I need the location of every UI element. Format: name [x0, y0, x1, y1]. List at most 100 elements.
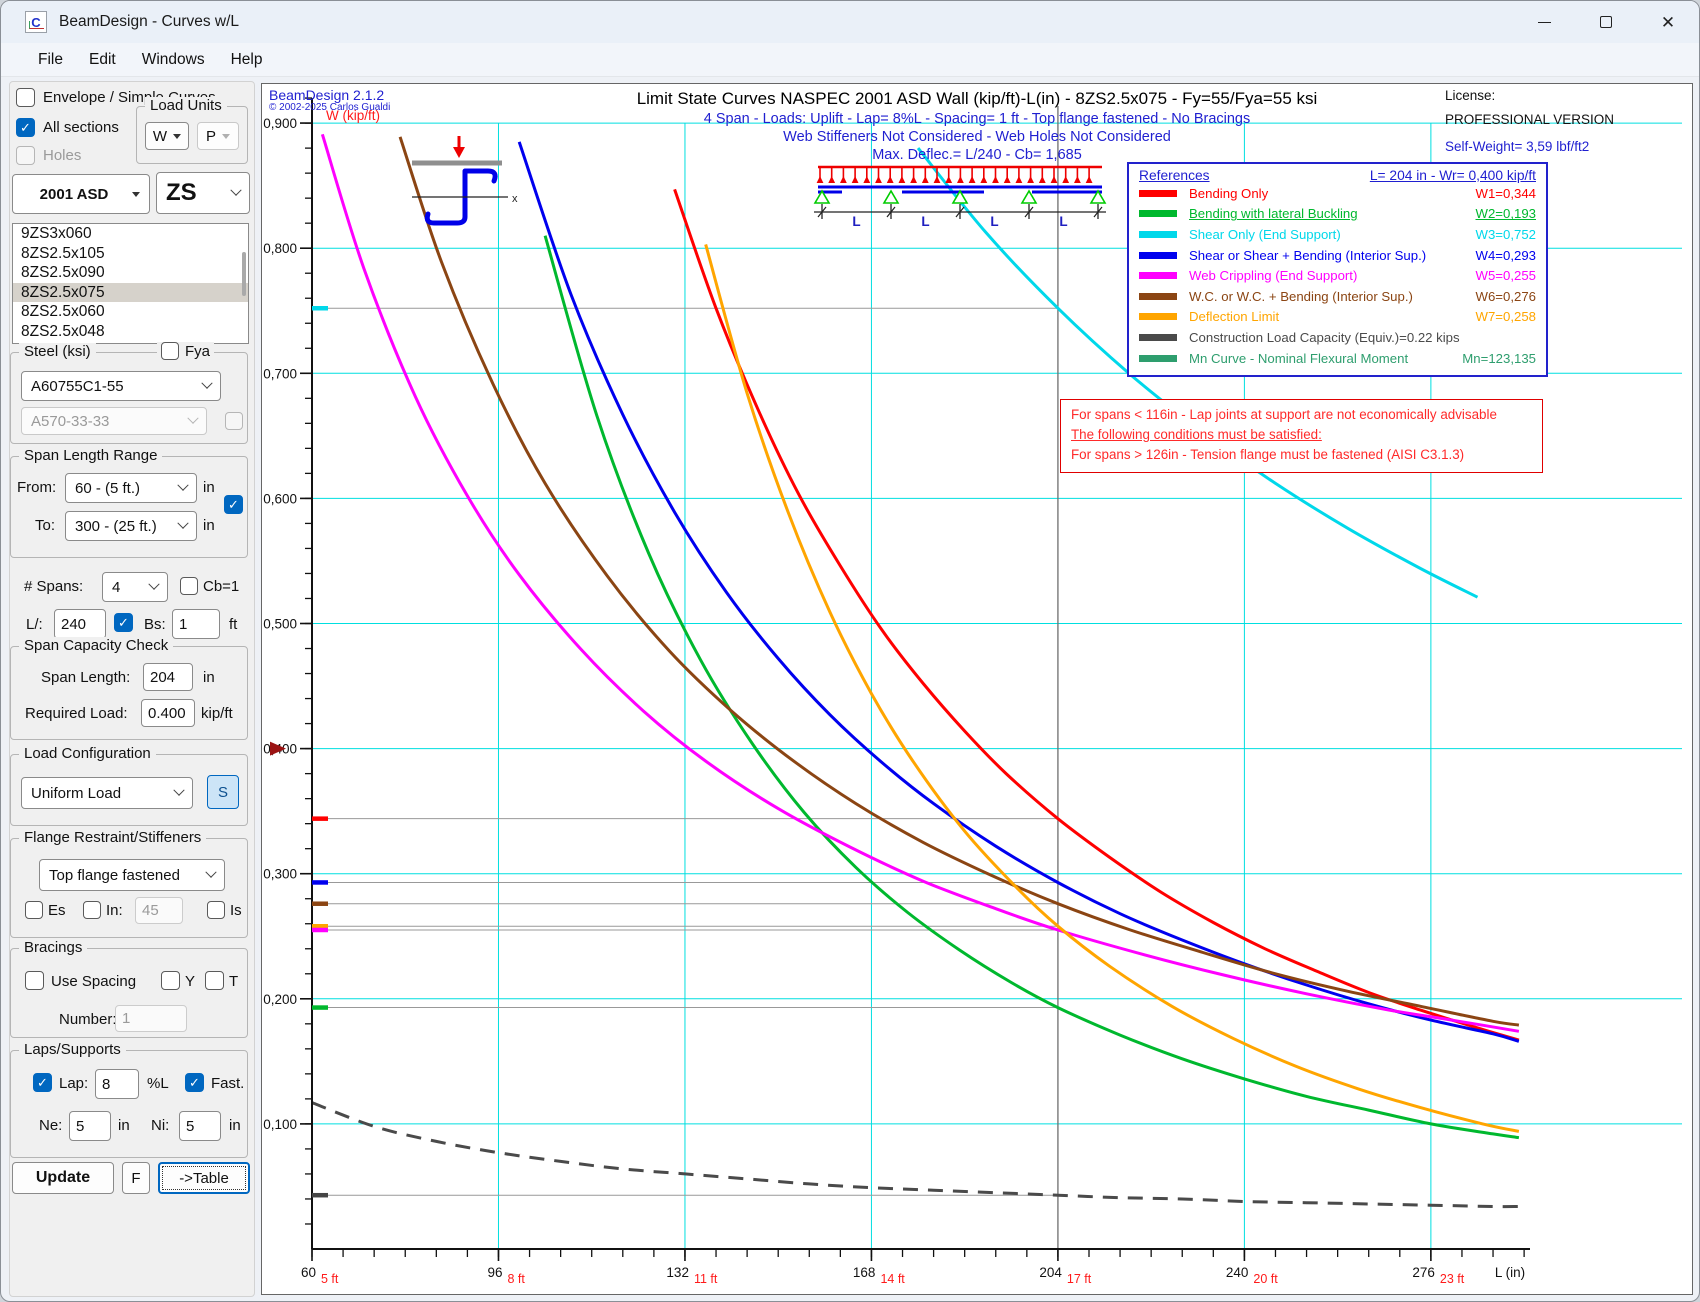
menubar: File Edit Windows Help [1, 43, 1699, 77]
from-label: From: [17, 479, 56, 496]
t-checkbox[interactable] [205, 971, 224, 990]
menu-windows[interactable]: Windows [131, 47, 216, 73]
section-list-item[interactable]: 9ZS3x060 [13, 224, 248, 244]
to-select[interactable]: 300 - (25 ft.) [65, 511, 197, 541]
ne-input[interactable] [69, 1111, 111, 1141]
required-load-input[interactable] [141, 699, 195, 727]
from-value: 60 - (5 ft.) [75, 480, 140, 497]
close-button[interactable]: ✕ [1637, 1, 1699, 43]
legend-row: Construction Load Capacity (Equiv.)=0.22… [1139, 327, 1536, 348]
svg-text:L (in): L (in) [1495, 1265, 1525, 1280]
all-sections-checkbox[interactable]: ✓ [16, 118, 35, 137]
bs-input[interactable] [172, 609, 220, 639]
envelope-checkbox[interactable] [16, 88, 35, 107]
y-checkbox[interactable] [161, 971, 180, 990]
f-button[interactable]: F [122, 1162, 150, 1194]
steel-grade-select[interactable]: A60755C1-55 [21, 371, 221, 401]
l-over-checkbox[interactable]: ✓ [114, 613, 133, 632]
section-list-item[interactable]: 8ZS2.5x090 [13, 263, 248, 283]
holes-label: Holes [43, 147, 81, 164]
fya-row[interactable]: Fya [157, 342, 214, 360]
legend-label: Mn Curve - Nominal Flexural Moment [1189, 351, 1456, 366]
fya-label: Fya [185, 343, 210, 360]
s-button-label: S [218, 784, 228, 801]
is-checkbox[interactable] [207, 901, 225, 919]
caret-down-icon [132, 192, 140, 197]
in-label: In: [106, 902, 123, 919]
to-value: 300 - (25 ft.) [75, 518, 157, 535]
section-list-item[interactable]: 8ZS2.5x048 [13, 322, 248, 342]
steel-extra-checkbox[interactable] [225, 412, 243, 430]
p-units-button[interactable]: P [197, 122, 239, 150]
span-length-input[interactable] [143, 663, 193, 691]
steel-group: Steel (ksi) Fya A60755C1-55 A570-33-33 [10, 352, 248, 444]
warning-line-2: The following conditions must be satisfi… [1071, 425, 1532, 445]
ni-input[interactable] [179, 1111, 221, 1141]
legend-color-chip [1139, 334, 1177, 341]
cb1-checkbox[interactable] [180, 577, 198, 595]
legend-color-chip [1139, 313, 1177, 320]
check-icon: ✓ [20, 121, 31, 134]
legend-row: Shear Only (End Support)W3=0,752 [1139, 224, 1536, 245]
from-select[interactable]: 60 - (5 ft.) [65, 473, 197, 503]
maximize-icon [1600, 16, 1612, 28]
svg-text:0,500: 0,500 [263, 617, 297, 632]
capacity-title: Span Capacity Check [19, 637, 173, 654]
legend-span-info: L= 204 in - Wr= 0,400 kip/ft [1370, 168, 1536, 183]
use-spacing-checkbox[interactable] [25, 971, 44, 990]
table-button[interactable]: ->Table [158, 1162, 250, 1194]
spans-select[interactable]: 4 [102, 572, 168, 602]
family-select[interactable]: ZS [156, 172, 250, 214]
maximize-button[interactable] [1575, 1, 1637, 43]
flange-title: Flange Restraint/Stiffeners [19, 829, 206, 846]
section-list-item[interactable]: 8ZS2.5x075 [13, 283, 248, 303]
list-scrollbar[interactable] [242, 252, 246, 296]
section-list-item[interactable]: 8ZS2.5x105 [13, 244, 248, 264]
legend-row: W.C. or W.C. + Bending (Interior Sup.)W6… [1139, 286, 1536, 307]
number-input[interactable] [115, 1005, 187, 1032]
code-select[interactable]: 2001 ASD [12, 174, 150, 214]
menu-edit[interactable]: Edit [78, 47, 127, 73]
steel-grade2-select[interactable]: A570-33-33 [21, 407, 207, 435]
fast-checkbox[interactable]: ✓ [185, 1073, 204, 1092]
laps-title: Laps/Supports [19, 1041, 126, 1058]
sections-listbox[interactable]: 9ZS3x0608ZS2.5x1058ZS2.5x0908ZS2.5x0758Z… [12, 223, 249, 344]
legend-title[interactable]: References [1139, 168, 1210, 183]
svg-text:0,200: 0,200 [263, 992, 297, 1007]
es-label: Es [48, 902, 66, 919]
s-button[interactable]: S [207, 775, 239, 809]
legend-value: W6=0,276 [1476, 289, 1536, 304]
flange-select[interactable]: Top flange fastened [39, 859, 225, 891]
menu-help[interactable]: Help [220, 47, 274, 73]
holes-checkbox[interactable] [16, 146, 35, 165]
curve-construction-load-capacity-equiv- [312, 1103, 1519, 1207]
ne-label: Ne: [39, 1117, 62, 1134]
load-units-title: Load Units [145, 97, 227, 114]
minimize-button[interactable] [1513, 1, 1575, 43]
svg-text:0,600: 0,600 [263, 491, 297, 506]
section-list-item[interactable]: 8ZS2.5x060 [13, 302, 248, 322]
svg-text:17 ft: 17 ft [1067, 1272, 1092, 1286]
l-over-input[interactable] [54, 609, 106, 639]
load-config-select[interactable]: Uniform Load [21, 777, 193, 809]
in-input[interactable] [135, 897, 183, 924]
update-button[interactable]: Update [12, 1162, 114, 1194]
legend-color-chip [1139, 272, 1177, 279]
span-range-checkbox[interactable]: ✓ [224, 495, 243, 514]
es-checkbox[interactable] [25, 901, 43, 919]
legend-value: W7=0,258 [1476, 309, 1536, 324]
all-sections-row[interactable]: ✓ All sections [16, 118, 119, 137]
lap-input[interactable] [95, 1069, 139, 1099]
ni-unit: in [229, 1117, 241, 1134]
steel-title: Steel (ksi) [19, 343, 96, 360]
update-button-label: Update [36, 1169, 90, 1187]
is-label: Is [230, 902, 242, 919]
self-weight: Self-Weight= 3,59 lbf/ft2 [1445, 139, 1614, 154]
holes-row[interactable]: Holes [16, 146, 81, 165]
code-select-value: 2001 ASD [22, 186, 126, 203]
menu-file[interactable]: File [27, 47, 74, 73]
in-checkbox[interactable] [83, 901, 101, 919]
fya-checkbox[interactable] [161, 342, 179, 360]
w-units-button[interactable]: W [145, 122, 189, 150]
lap-checkbox[interactable]: ✓ [33, 1073, 52, 1092]
